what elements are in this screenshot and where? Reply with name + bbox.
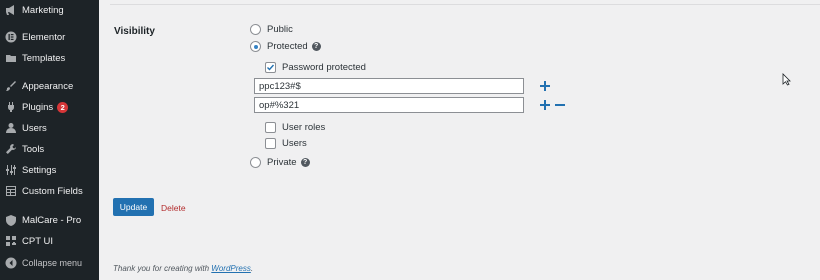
sidebar-item-settings[interactable]: Settings (0, 160, 99, 180)
password-protected-checkbox[interactable] (265, 62, 276, 73)
megaphone-icon (5, 4, 17, 16)
footer-end: . (250, 264, 254, 273)
sidebar-item-label: Collapse menu (22, 258, 83, 268)
sidebar-item-malcare[interactable]: MalCare - Pro (0, 210, 99, 230)
sidebar-item-label: MalCare - Pro (22, 214, 82, 226)
password-input-2[interactable]: op#%321 (254, 97, 524, 113)
cpt-icon (5, 235, 17, 247)
help-icon[interactable]: ? (311, 42, 321, 51)
collapse-icon (5, 257, 17, 269)
user-roles-option[interactable]: User roles (265, 122, 325, 133)
sidebar-item-label: Settings (22, 164, 57, 176)
section-divider (110, 4, 820, 5)
sidebar-item-label: Elementor (22, 31, 66, 43)
add-password-icon[interactable] (540, 81, 550, 91)
sidebar-item-label: Marketing (22, 4, 64, 16)
protected-label: Protected (267, 41, 308, 52)
wordpress-link[interactable]: WordPress (211, 264, 251, 273)
sidebar-item-label: Tools (22, 143, 45, 155)
sidebar-item-label: Appearance (22, 80, 74, 92)
admin-sidebar: Marketing Elementor Templates Appearance… (0, 0, 99, 280)
delete-link[interactable]: Delete (161, 203, 186, 213)
visibility-public-option[interactable]: Public (250, 24, 293, 35)
users-label: Users (282, 138, 307, 149)
private-radio[interactable] (250, 157, 261, 168)
update-button[interactable]: Update (113, 198, 154, 216)
visibility-protected-option[interactable]: Protected ? (250, 41, 321, 52)
mouse-cursor-icon (782, 73, 791, 86)
sidebar-item-appearance[interactable]: Appearance (0, 76, 99, 96)
grid-icon (5, 185, 17, 197)
public-radio[interactable] (250, 24, 261, 35)
sidebar-item-label: Templates (22, 52, 66, 64)
update-count-badge: 2 (57, 101, 69, 113)
plug-icon (5, 101, 17, 113)
user-roles-checkbox[interactable] (265, 122, 276, 133)
wrench-icon (5, 143, 17, 155)
password-protected-option[interactable]: Password protected (265, 62, 366, 73)
password-protected-label: Password protected (282, 62, 366, 73)
brush-icon (5, 80, 17, 92)
sidebar-item-cpt-ui[interactable]: CPT UI (0, 231, 99, 251)
users-option[interactable]: Users (265, 138, 307, 149)
password-input-1[interactable]: ppc123#$ (254, 78, 524, 94)
sidebar-item-label: Custom Fields (22, 185, 83, 197)
add-password-icon[interactable] (540, 100, 550, 110)
footer-text: Thank you for creating with (113, 264, 212, 273)
elementor-icon (5, 31, 17, 43)
sidebar-item-custom-fields[interactable]: Custom Fields (0, 181, 99, 201)
remove-password-icon[interactable] (555, 100, 565, 110)
checkmark-icon (267, 64, 275, 71)
sidebar-item-label: CPT UI (22, 235, 53, 247)
user-roles-label: User roles (282, 122, 326, 133)
shield-icon (5, 214, 17, 226)
sidebar-item-templates[interactable]: Templates (0, 48, 99, 68)
sidebar-item-plugins[interactable]: Plugins 2 (0, 97, 99, 117)
private-label: Private (267, 157, 297, 168)
help-icon[interactable]: ? (300, 158, 310, 167)
footer-credit: Thank you for creating with WordPress. (113, 264, 253, 273)
sidebar-item-elementor[interactable]: Elementor (0, 27, 99, 47)
sidebar-item-users[interactable]: Users (0, 118, 99, 138)
sidebar-item-tools[interactable]: Tools (0, 139, 99, 159)
sidebar-item-marketing[interactable]: Marketing (0, 0, 99, 20)
users-checkbox[interactable] (265, 138, 276, 149)
public-label: Public (267, 24, 293, 35)
collapse-menu-button[interactable]: Collapse menu (0, 253, 99, 273)
folder-icon (5, 52, 17, 64)
settings-icon (5, 164, 17, 176)
user-icon (5, 122, 17, 134)
visibility-label: Visibility (114, 26, 155, 37)
sidebar-item-label: Plugins (22, 101, 54, 113)
sidebar-item-label: Users (22, 122, 47, 134)
protected-radio[interactable] (250, 41, 261, 52)
visibility-private-option[interactable]: Private ? (250, 157, 310, 168)
